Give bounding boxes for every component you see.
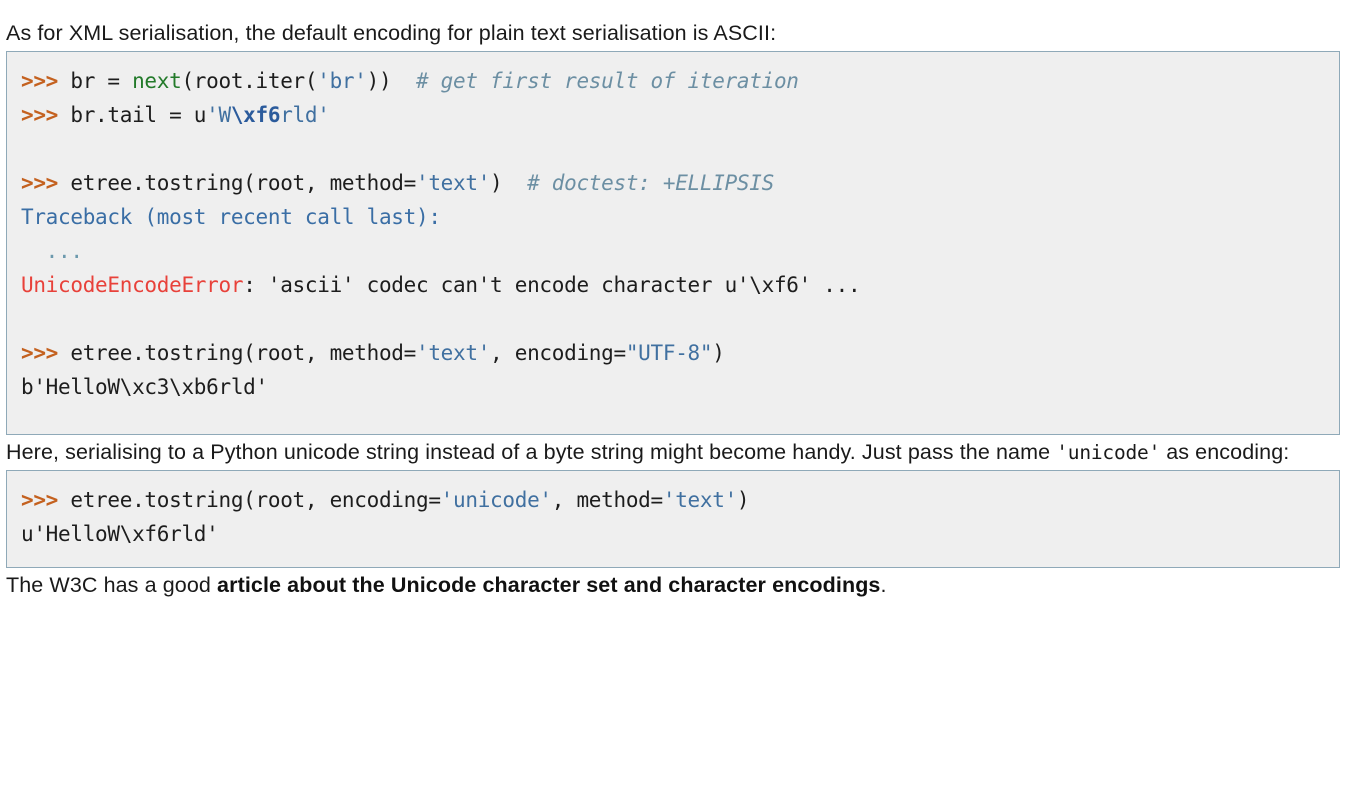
- error-message-text: : 'ascii' codec can't encode character u…: [243, 272, 861, 297]
- code-line-ellipsis: ...: [21, 234, 1325, 268]
- prompt-token: >>>: [21, 102, 59, 127]
- code-line-error: UnicodeEncodeError: 'ascii' codec can't …: [21, 268, 1325, 302]
- string-token: 'br': [317, 68, 367, 93]
- code-output-line: b'HelloW\xc3\xb6rld': [21, 370, 1325, 404]
- code-text: ): [490, 170, 528, 195]
- string-token: 'unicode': [440, 487, 552, 512]
- code-line: >>> etree.tostring(root, method='text', …: [21, 336, 1325, 370]
- output-text: b'HelloW\xc3\xb6rld': [21, 374, 268, 399]
- string-token: 'text': [662, 487, 737, 512]
- code-text: ): [736, 487, 750, 512]
- escape-token: \xf6: [230, 102, 281, 127]
- prompt-token: >>>: [21, 340, 59, 365]
- code-line: >>> etree.tostring(root, method='text') …: [21, 166, 1325, 200]
- inline-code-unicode: 'unicode': [1056, 440, 1161, 464]
- code-block-unicode-serialisation: >>> etree.tostring(root, encoding='unico…: [6, 469, 1340, 568]
- prompt-token: >>>: [21, 68, 59, 93]
- string-token: 'text': [415, 170, 491, 195]
- string-token: "UTF-8": [625, 340, 713, 365]
- code-text: etree.tostring(root, method=: [58, 340, 416, 365]
- code-text: br =: [58, 68, 133, 93]
- ellipsis-token: ...: [21, 238, 83, 263]
- final-paragraph: The W3C has a good article about the Uni…: [6, 568, 1340, 603]
- mid-paragraph-part1: Here, serialising to a Python unicode st…: [6, 439, 1057, 464]
- code-line-traceback: Traceback (most recent call last):: [21, 200, 1325, 234]
- prompt-token: >>>: [21, 487, 59, 512]
- comment-token: # doctest: +ELLIPSIS: [527, 170, 774, 195]
- w3c-article-link[interactable]: article about the Unicode character set …: [217, 573, 880, 597]
- string-token: 'W: [206, 102, 231, 127]
- code-text: ): [712, 340, 725, 365]
- mid-paragraph-part2: as encoding:: [1160, 439, 1290, 464]
- builtin-token: next: [132, 68, 182, 93]
- code-text: )): [366, 68, 416, 93]
- prompt-token: >>>: [21, 170, 59, 195]
- mid-paragraph: Here, serialising to a Python unicode st…: [6, 435, 1340, 470]
- traceback-token: Traceback (most recent call last):: [21, 204, 441, 229]
- code-text: , method=: [551, 487, 663, 512]
- code-line: >>> etree.tostring(root, encoding='unico…: [21, 483, 1325, 517]
- string-token: 'text': [415, 340, 491, 365]
- output-text: u'HelloW\xf6rld': [21, 521, 219, 546]
- code-text: , encoding=: [490, 340, 626, 365]
- code-text: br.tail = u: [58, 102, 207, 127]
- code-text: etree.tostring(root, encoding=: [58, 487, 441, 512]
- error-name-token: UnicodeEncodeError: [21, 272, 244, 297]
- code-output-line: u'HelloW\xf6rld': [21, 517, 1325, 551]
- code-line: >>> br = next(root.iter('br')) # get fir…: [21, 64, 1325, 98]
- code-block-ascii-serialisation: >>> br = next(root.iter('br')) # get fir…: [6, 50, 1340, 435]
- comment-token: # get first result of iteration: [416, 68, 799, 93]
- intro-paragraph: As for XML serialisation, the default en…: [6, 21, 777, 45]
- code-text: (root.iter(: [181, 68, 318, 93]
- code-text: etree.tostring(root, method=: [58, 170, 416, 195]
- final-paragraph-part1: The W3C has a good: [6, 572, 218, 597]
- document-page: As for XML serialisation, the default en…: [0, 0, 1346, 602]
- code-line: >>> br.tail = u'W\xf6rld': [21, 98, 1325, 132]
- final-paragraph-part2: .: [880, 572, 887, 597]
- string-token: rld': [280, 102, 330, 127]
